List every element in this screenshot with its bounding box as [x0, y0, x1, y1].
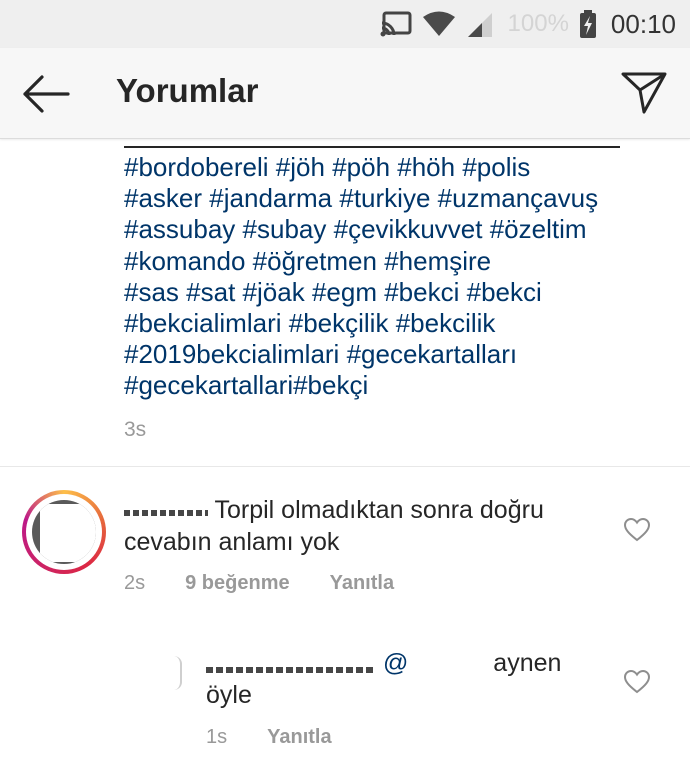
hashtag-link[interactable]: #egm: [312, 277, 377, 307]
section-divider: [0, 466, 690, 467]
hashtag-link[interactable]: #bekçilik: [289, 308, 389, 338]
battery-percentage: 100%: [507, 10, 569, 37]
hashtag-link[interactable]: #özeltim: [490, 214, 587, 244]
hashtag-link[interactable]: #bordobereli: [124, 152, 269, 182]
hashtag-link[interactable]: #sat: [186, 277, 235, 307]
hashtag-link[interactable]: #polis: [462, 152, 530, 182]
comment-reply-button[interactable]: Yanıtla: [330, 572, 394, 595]
hashtag-link[interactable]: #turkiye: [339, 183, 430, 213]
hashtag-line: #bordobereli #jöh #pöh #höh #polis: [124, 152, 644, 183]
comment-username-redacted[interactable]: [124, 494, 208, 526]
wifi-icon: [422, 11, 456, 37]
hashtag-link[interactable]: #öğretmen: [253, 246, 377, 276]
hashtag-line: #2019bekcialimlari #gecekartalları: [124, 339, 644, 370]
hashtag-link[interactable]: #pöh: [332, 152, 390, 182]
hashtag-link[interactable]: #gecekartallari#bekçi: [124, 370, 368, 400]
signal-icon: [466, 11, 494, 37]
comment-body: Torpil olmadıktan sonra doğru cevabın an…: [124, 494, 594, 558]
hashtag-link[interactable]: #höh: [397, 152, 455, 182]
hashtag-link[interactable]: #sas: [124, 277, 179, 307]
hashtag-line: #komando #öğretmen #hemşire: [124, 246, 644, 277]
hashtag-link[interactable]: #assubay: [124, 214, 235, 244]
app-bar: Yorumlar: [0, 48, 690, 139]
hashtag-link[interactable]: #jandarma: [209, 183, 332, 213]
hashtag-link[interactable]: #2019bekcialimlari: [124, 339, 339, 369]
hashtag-link[interactable]: #komando: [124, 246, 245, 276]
hashtag-link[interactable]: #bekci: [384, 277, 459, 307]
heart-icon: [623, 517, 651, 542]
paper-plane-icon: [621, 72, 667, 114]
comment-meta: 2s 9 beğenme Yanıtla: [124, 572, 394, 595]
comment-timestamp: 2s: [124, 572, 146, 594]
comment-like-button[interactable]: [623, 517, 651, 542]
back-arrow-icon: [23, 75, 70, 113]
comment-likes-count[interactable]: 9 beğenme: [185, 572, 289, 595]
send-button[interactable]: [620, 68, 668, 116]
hashtag-line: #sas #sat #jöak #egm #bekci #bekci: [124, 277, 644, 308]
avatar-censor-mask: [40, 504, 96, 562]
battery-charging-icon: [579, 10, 597, 38]
cast-icon: [380, 11, 412, 37]
hashtag-link[interactable]: #subay: [243, 214, 327, 244]
hashtag-link[interactable]: #bekcilik: [396, 308, 496, 338]
reply-meta: 1s Yanıtla: [206, 726, 332, 749]
hashtag-link[interactable]: #hemşire: [384, 246, 491, 276]
reply-username-redacted[interactable]: [206, 647, 376, 679]
commenter-avatar[interactable]: [22, 490, 106, 574]
hashtag-link[interactable]: #gecekartalları: [347, 339, 518, 369]
reply-body: @ aynen öyle: [206, 647, 606, 711]
hashtag-link[interactable]: #uzmançavuş: [438, 183, 598, 213]
hashtag-line: #bekcialimlari #bekçilik #bekcilik: [124, 308, 644, 339]
hashtag-line: #assubay #subay #çevikkuvvet #özeltim: [124, 214, 644, 245]
hashtag-link[interactable]: #jöh: [276, 152, 325, 182]
caption-divider-line: [124, 146, 620, 148]
post-caption: #bordobereli #jöh #pöh #höh #polis #asker…: [124, 140, 644, 442]
status-icons: 100% 00:10: [380, 0, 676, 48]
hashtag-line: #asker #jandarma #turkiye #uzmançavuş: [124, 183, 644, 214]
hashtag-link[interactable]: #bekcialimlari: [124, 308, 282, 338]
hashtag-link[interactable]: #çevikkuvvet: [334, 214, 483, 244]
hashtag-block: #bordobereli #jöh #pöh #höh #polis #asker…: [124, 152, 644, 402]
reply-mention[interactable]: @: [383, 649, 408, 677]
reply-timestamp: 1s: [206, 726, 228, 748]
status-bar: 100% 00:10: [0, 0, 690, 48]
hashtag-link[interactable]: #asker: [124, 183, 202, 213]
reply-avatar[interactable]: [126, 652, 182, 692]
heart-icon: [623, 669, 651, 694]
hashtag-link[interactable]: #jöak: [243, 277, 305, 307]
reply-like-button[interactable]: [623, 669, 651, 694]
reply-reply-button[interactable]: Yanıtla: [267, 726, 331, 749]
status-clock: 00:10: [610, 8, 676, 39]
hashtag-line: #gecekartallari#bekçi: [124, 370, 644, 401]
hashtag-link[interactable]: #bekci: [467, 277, 542, 307]
page-title: Yorumlar: [116, 72, 259, 109]
back-button[interactable]: [20, 72, 72, 116]
avatar-photo: [32, 500, 96, 564]
caption-timestamp: 3s: [124, 417, 147, 441]
